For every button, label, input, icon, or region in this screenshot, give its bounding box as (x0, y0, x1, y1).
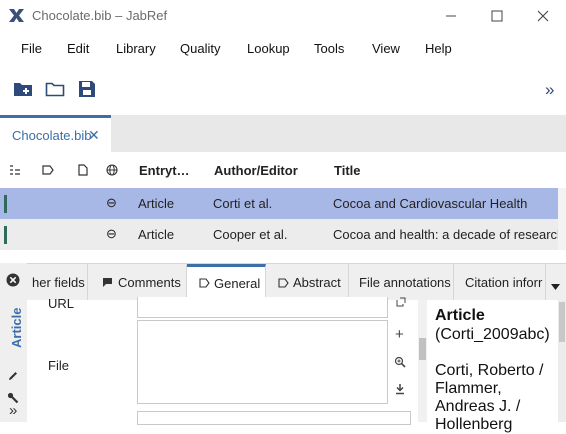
table-scrollbar[interactable] (558, 188, 566, 250)
comment-icon (103, 278, 112, 287)
tabs-overflow-dropdown-icon[interactable] (551, 284, 560, 290)
tag-icon (199, 278, 210, 288)
open-folder-icon[interactable] (45, 79, 65, 99)
cell-author: Corti et al. (213, 196, 273, 211)
close-window-button[interactable] (520, 0, 566, 31)
editor-scrollbar[interactable] (418, 300, 427, 422)
tab-label: File annotations (359, 275, 451, 290)
file-label: File (48, 358, 69, 373)
preview-scroll-thumb[interactable] (559, 302, 565, 342)
open-link-icon[interactable] (395, 296, 407, 308)
preview-citation-key: (Corti_2009abc) (435, 326, 550, 343)
row-marker (4, 195, 7, 213)
menu-file[interactable]: File (21, 41, 42, 56)
editor-scroll-thumb[interactable] (419, 338, 426, 360)
menu-view[interactable]: View (372, 41, 400, 56)
menu-library[interactable]: Library (116, 41, 156, 56)
library-tab-label: Chocolate.bib (12, 128, 92, 143)
link-icon[interactable]: ⊖ (106, 195, 117, 211)
search-zoom-icon[interactable] (394, 356, 406, 368)
close-editor-icon[interactable] (6, 273, 20, 287)
save-icon[interactable] (77, 79, 97, 99)
minimize-button[interactable] (428, 0, 474, 31)
tab-abstract[interactable]: Abstract (266, 264, 349, 300)
tab-label: her fields (32, 275, 85, 290)
entry-type-vertical-label: Article (9, 308, 24, 348)
column-entrytype[interactable]: Entryt… (139, 163, 190, 178)
new-library-icon[interactable] (13, 79, 33, 99)
globe-icon[interactable] (106, 164, 118, 176)
edit-pencil-icon[interactable] (7, 370, 19, 382)
file-field[interactable] (137, 320, 388, 404)
url-label: URL (48, 296, 75, 311)
tab-comments[interactable]: Comments (88, 264, 187, 300)
entry-editor-body: URL File + (27, 296, 427, 425)
window-title: Chocolate.bib – JabRef (32, 8, 168, 23)
table-header: Entryt… Author/Editor Title (0, 152, 566, 188)
minimize-icon (446, 15, 456, 16)
link-icon[interactable]: ⊖ (106, 226, 117, 242)
preview-author-line: Andreas J. / (435, 398, 521, 415)
tab-label: Abstract (293, 275, 341, 290)
tree-icon[interactable] (9, 164, 21, 176)
toolbar: » (0, 66, 566, 115)
preview-entry-type: Article (435, 307, 485, 324)
url-field[interactable] (137, 297, 388, 318)
vertical-label-text: Article (9, 308, 24, 348)
row-marker (4, 226, 7, 244)
more-icon[interactable]: » (9, 402, 17, 419)
jabref-logo-icon (9, 9, 24, 22)
tab-chocolate-bib[interactable]: Chocolate.bib ✕ (0, 115, 111, 152)
menu-bar: File Edit Library Quality Lookup Tools V… (0, 31, 566, 66)
entry-editor-tabs: her fields Comments General Abstract Fil… (0, 263, 566, 300)
table-row[interactable]: ⊖ Article Corti et al. Cocoa and Cardiov… (0, 188, 558, 219)
menu-help[interactable]: Help (425, 41, 452, 56)
menu-edit[interactable]: Edit (67, 41, 89, 56)
download-icon[interactable] (394, 383, 406, 395)
maximize-icon (491, 10, 503, 21)
tag-icon (278, 278, 289, 288)
column-title[interactable]: Title (334, 163, 361, 178)
file-icon[interactable] (77, 164, 89, 176)
tab-label: Comments (118, 275, 181, 290)
cell-entrytype: Article (138, 227, 175, 242)
cell-entrytype: Article (138, 196, 175, 211)
tab-general[interactable]: General (187, 264, 266, 300)
cell-author: Cooper et al. (213, 227, 288, 242)
tab-file-annotations[interactable]: File annotations (349, 264, 454, 300)
menu-lookup[interactable]: Lookup (247, 41, 290, 56)
table-row[interactable]: ⊖ Article Cooper et al. Cocoa and health… (0, 219, 566, 250)
toolbar-overflow-icon[interactable]: » (545, 80, 554, 100)
tab-citation-information[interactable]: Citation inforr (454, 264, 546, 300)
maximize-button[interactable] (474, 0, 520, 31)
preview-author-line: Flammer, (435, 380, 502, 397)
library-tab-strip: Chocolate.bib ✕ (0, 115, 566, 152)
add-file-icon[interactable]: + (395, 326, 404, 343)
tab-other-fields[interactable]: her fields (27, 264, 88, 300)
title-bar: Chocolate.bib – JabRef (0, 0, 566, 31)
tab-close-icon[interactable]: ✕ (88, 127, 100, 144)
preview-author-line: Hollenberg (435, 416, 513, 433)
cell-title: Cocoa and health: a decade of research B… (333, 227, 566, 242)
column-author[interactable]: Author/Editor (214, 163, 298, 178)
tab-label: Citation inforr (465, 275, 543, 290)
close-icon (537, 10, 549, 21)
next-field[interactable] (137, 411, 411, 425)
preview-author-line: Corti, Roberto / (435, 362, 544, 379)
label-tag-icon[interactable] (42, 164, 54, 176)
menu-tools[interactable]: Tools (314, 41, 344, 56)
tab-label: General (214, 276, 261, 291)
menu-quality[interactable]: Quality (180, 41, 220, 56)
cell-title: Cocoa and Cardiovascular Health (333, 196, 528, 211)
